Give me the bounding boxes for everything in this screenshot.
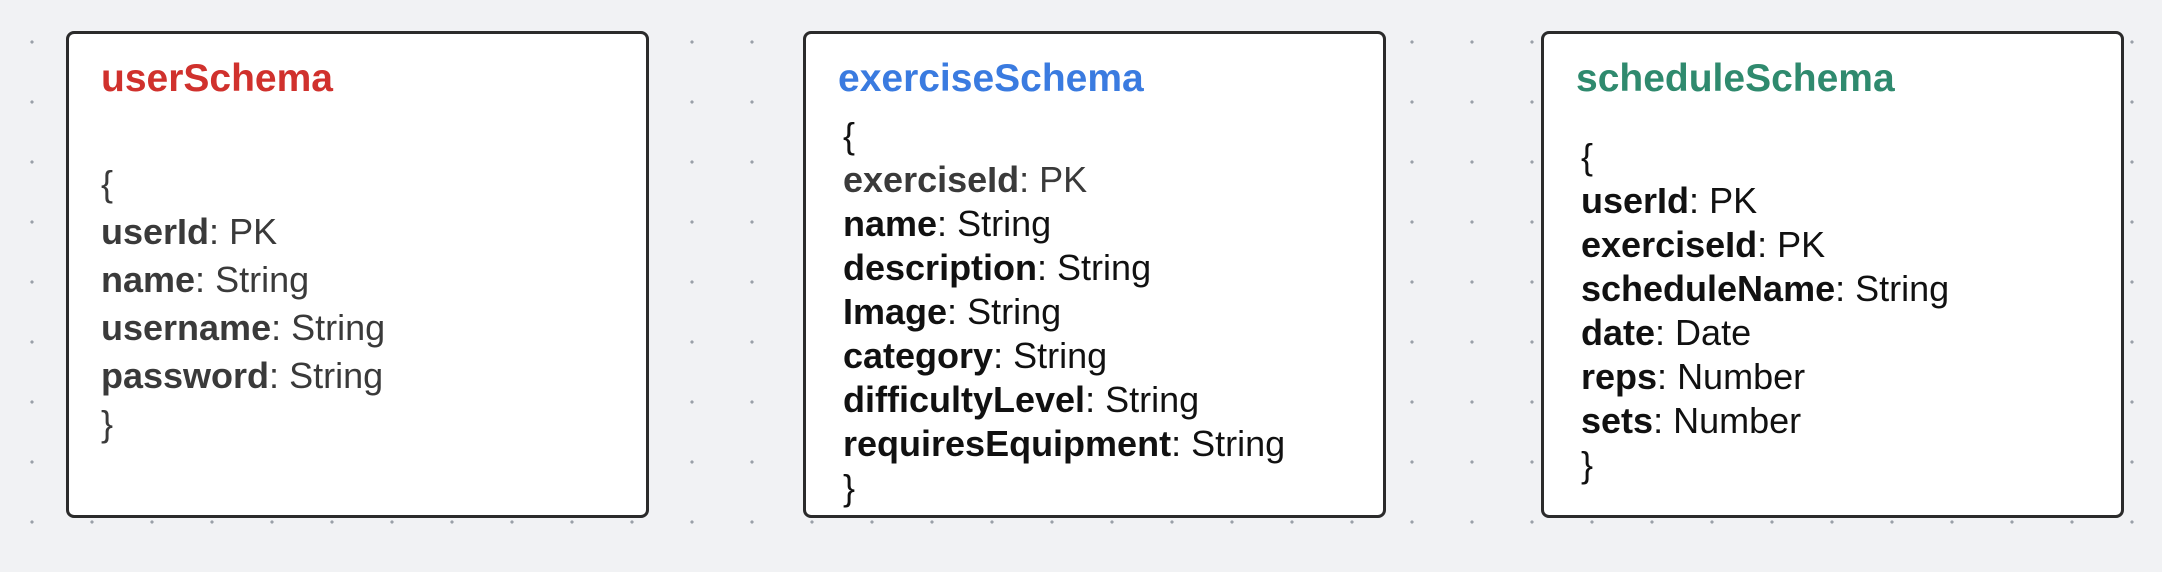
field-type: String (291, 307, 386, 348)
field-type: Date (1675, 312, 1752, 353)
field-name: name (843, 203, 938, 244)
field-name: category (843, 335, 994, 376)
field-name: exerciseId (1581, 224, 1758, 265)
field-name: username (101, 307, 272, 348)
schema-card-user[interactable]: userSchema { userId: PK name: String use… (66, 31, 649, 518)
field-type: PK (1039, 159, 1088, 200)
field-name: reps (1581, 356, 1658, 397)
open-brace: { (843, 115, 856, 156)
close-brace: } (101, 403, 114, 444)
schema-title: userSchema (101, 57, 333, 100)
field-name: scheduleName (1581, 268, 1836, 309)
field-row: username: String (101, 307, 386, 348)
field-type: String (215, 259, 310, 300)
field-row: exerciseId: PK (1581, 224, 1826, 265)
schema-card-schedule[interactable]: scheduleSchema { userId: PK exerciseId: … (1541, 31, 2124, 518)
field-name: exerciseId (843, 159, 1020, 200)
close-brace: } (843, 467, 856, 508)
field-row: password: String (101, 355, 384, 396)
field-name: userId (101, 211, 210, 252)
field-row: requiresEquipment: String (843, 423, 1286, 464)
field-type: String (957, 203, 1052, 244)
field-row: userId: PK (101, 211, 278, 252)
field-row: difficultyLevel: String (843, 379, 1200, 420)
field-type: Number (1673, 400, 1802, 441)
schema-title: scheduleSchema (1576, 57, 1895, 100)
schema-body: { exerciseId: PK name: String descriptio… (843, 114, 1285, 510)
field-name: name (101, 259, 196, 300)
field-name: date (1581, 312, 1656, 353)
field-type: PK (1777, 224, 1826, 265)
field-name: description (843, 247, 1038, 288)
open-brace: { (1581, 136, 1594, 177)
schema-body: { userId: PK name: String username: Stri… (101, 160, 385, 448)
schema-card-exercise[interactable]: exerciseSchema { exerciseId: PK name: St… (803, 31, 1386, 518)
schema-body: { userId: PK exerciseId: PK scheduleName… (1581, 135, 1949, 487)
field-row: description: String (843, 247, 1152, 288)
field-name: sets (1581, 400, 1654, 441)
field-type: String (1191, 423, 1286, 464)
close-brace: } (1581, 444, 1594, 485)
field-row: name: String (101, 259, 310, 300)
field-name: userId (1581, 180, 1690, 221)
field-type: String (1057, 247, 1152, 288)
field-row: Image: String (843, 291, 1062, 332)
field-row: reps: Number (1581, 356, 1806, 397)
field-type: PK (1709, 180, 1758, 221)
field-type: String (967, 291, 1062, 332)
schema-title: exerciseSchema (838, 57, 1144, 100)
field-name: difficultyLevel (843, 379, 1086, 420)
field-name: requiresEquipment (843, 423, 1172, 464)
field-row: category: String (843, 335, 1108, 376)
field-row: scheduleName: String (1581, 268, 1950, 309)
field-type: Number (1677, 356, 1806, 397)
field-type: String (1105, 379, 1200, 420)
field-row: date: Date (1581, 312, 1752, 353)
open-brace: { (101, 163, 114, 204)
field-name: password (101, 355, 270, 396)
field-row: exerciseId: PK (843, 159, 1088, 200)
field-type: String (289, 355, 384, 396)
field-row: sets: Number (1581, 400, 1802, 441)
field-row: name: String (843, 203, 1052, 244)
field-row: userId: PK (1581, 180, 1758, 221)
field-type: PK (229, 211, 278, 252)
field-type: String (1013, 335, 1108, 376)
field-name: Image (843, 291, 948, 332)
field-type: String (1855, 268, 1950, 309)
